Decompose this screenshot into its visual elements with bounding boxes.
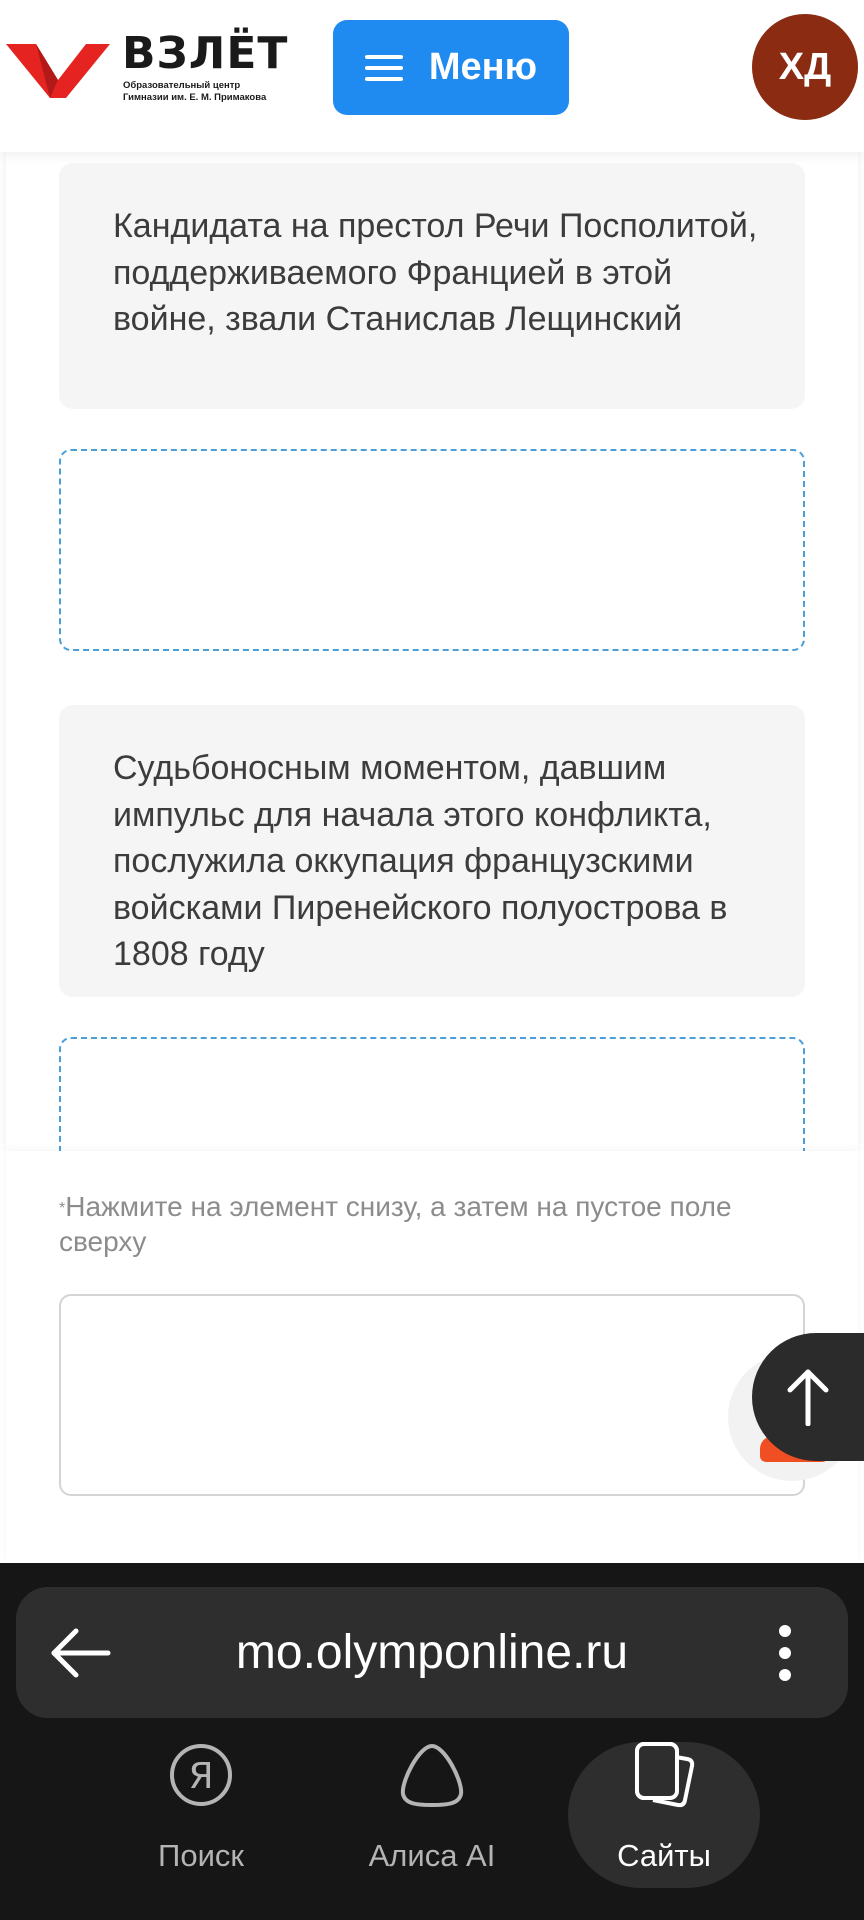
address-bar[interactable]: mo.olymponline.ru [16,1587,848,1718]
avatar-initials: ХД [778,45,832,88]
nav-alice-label: Алиса AI [368,1838,496,1873]
hamburger-icon [364,51,403,85]
logo-title: ВЗЛЁТ [122,28,289,79]
nav-sites[interactable]: Сайты [568,1742,760,1888]
user-avatar[interactable]: ХД [752,14,858,120]
answer-options-panel: *Нажмите на элемент снизу, а затем на пу… [0,1151,864,1563]
logo-subtitle-line-2: Гимназии им. Е. М. Примакова [123,92,267,103]
hint-text: Нажмите на элемент снизу, а затем на пус… [59,1191,732,1257]
alice-icon [400,1744,464,1807]
nav-sites-label: Сайты [617,1838,711,1873]
arrow-up-icon [787,1369,829,1426]
kebab-icon[interactable] [770,1625,800,1681]
site-header: ВЗЛЁТ Образовательный центр Гимназии им.… [0,0,864,152]
nav-search[interactable]: Я Поиск [106,1738,296,1888]
logo-subtitle-line-1: Образовательный центр [123,80,241,91]
statement-text: Судьбоносным моментом, давшим импульс дл… [113,749,728,973]
nav-search-label: Поиск [158,1838,244,1873]
sites-icon [635,1742,695,1808]
statement-card: Кандидата на престол Речи Посполитой, по… [59,163,805,409]
url-text: mo.olymponline.ru [235,1626,629,1679]
yandex-icon: Я [170,1744,232,1806]
svg-text:Я: Я [188,1756,213,1797]
statement-card: Судьбоносным моментом, давшим импульс дл… [59,705,805,997]
instruction-hint: *Нажмите на элемент снизу, а затем на пу… [59,1189,819,1259]
menu-button-label: Меню [428,46,538,88]
answer-options-box[interactable] [59,1294,805,1496]
browser-bottom-bar: mo.olymponline.ru Я Поиск Алиса AI Сайты [0,1563,864,1920]
answer-dropzone[interactable] [59,449,805,651]
logo-subtitle: Образовательный центр Гимназии им. Е. М.… [123,80,266,104]
vzlet-logo-mark-icon [6,44,110,98]
hint-marker: * [59,1200,66,1217]
nav-alice[interactable]: Алиса AI [337,1738,527,1888]
menu-button[interactable]: Меню [333,20,569,115]
vzlet-logo[interactable]: ВЗЛЁТ Образовательный центр Гимназии им.… [6,32,287,104]
statement-text: Кандидата на престол Речи Посполитой, по… [113,207,758,338]
